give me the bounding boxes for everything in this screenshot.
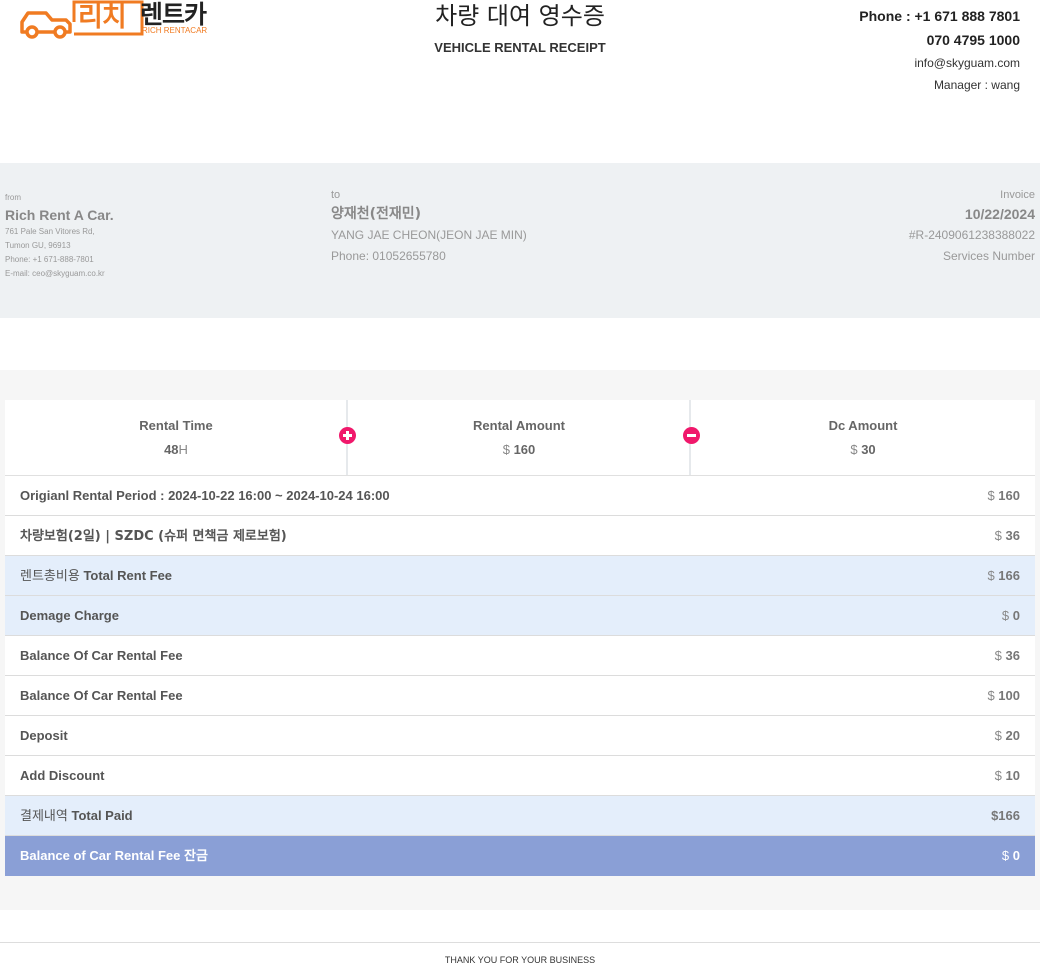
table-row: Balance Of Car Rental Fee $ 100 — [5, 676, 1035, 716]
table-row: 차량보험(2일) | SZDC (슈퍼 면책금 제로보험) $ 36 — [5, 516, 1035, 556]
table-row: Origianl Rental Period : 2024-10-22 16:0… — [5, 476, 1035, 516]
row-amount: $ 20 — [994, 728, 1020, 743]
contact-info: Phone : +1 671 888 7801 070 4795 1000 in… — [859, 4, 1020, 96]
invoice-block: Invoice 10/22/2024 #R-2409061238388022 S… — [909, 187, 1035, 267]
from-email: E-mail: ceo@skyguam.co.kr — [5, 269, 105, 278]
from-label: from — [5, 193, 21, 202]
table-row: Demage Charge $ 0 — [5, 596, 1035, 636]
row-label: Demage Charge — [20, 608, 119, 623]
table-row: Deposit $ 20 — [5, 716, 1035, 756]
invoice-date: 10/22/2024 — [964, 206, 1035, 222]
row-amount: $ 0 — [1001, 848, 1020, 863]
to-phone: Phone: 01052655780 — [331, 249, 446, 263]
row-label: Add Discount — [20, 768, 105, 783]
charges-table: Origianl Rental Period : 2024-10-22 16:0… — [5, 476, 1035, 876]
table-row: 렌트총비용 Total Rent Fee $ 166 — [5, 556, 1035, 596]
services-number-label: Services Number — [942, 249, 1035, 263]
from-block: from Rich Rent A Car. 761 Pale San Vitor… — [5, 191, 114, 281]
invoice-number: #R-2409061238388022 — [908, 228, 1035, 242]
row-amount: $ 160 — [987, 488, 1020, 503]
contact-phone: Phone : +1 671 888 7801 — [859, 8, 1020, 24]
stats-bar: Rental Time 48H Rental Amount $ 160 Dc A… — [5, 400, 1035, 476]
stat-rental-time: Rental Time 48H — [5, 400, 347, 475]
summary-section: Rental Time 48H Rental Amount $ 160 Dc A… — [0, 370, 1040, 910]
row-amount: $166 — [991, 808, 1020, 823]
from-name: Rich Rent A Car. — [5, 207, 114, 223]
to-label: to — [331, 189, 341, 201]
table-row: Balance Of Car Rental Fee $ 36 — [5, 636, 1035, 676]
stat-rental-amount-title: Rental Amount — [473, 418, 565, 433]
balance-row: Balance of Car Rental Fee 잔금 $ 0 — [5, 836, 1035, 876]
row-label: Balance Of Car Rental Fee — [20, 648, 183, 663]
row-amount: $ 100 — [987, 688, 1020, 703]
stat-dc-amount-value: $ 30 — [850, 442, 876, 457]
from-address-2: Tumon GU, 96913 — [5, 241, 71, 250]
to-name-en: YANG JAE CHEON(JEON JAE MIN) — [331, 228, 527, 242]
invoice-label: Invoice — [1000, 189, 1035, 201]
contact-manager: Manager : wang — [933, 78, 1020, 92]
row-label: Origianl Rental Period : 2024-10-22 16:0… — [20, 488, 390, 503]
row-amount: $ 36 — [994, 528, 1020, 543]
to-name-ko: 양재천(전재민) — [331, 206, 422, 222]
row-amount: $ 166 — [987, 568, 1020, 583]
contact-phone-2: 070 4795 1000 — [926, 32, 1020, 48]
row-label: 렌트총비용 Total Rent Fee — [20, 568, 173, 584]
stat-rental-amount: Rental Amount $ 160 — [348, 400, 690, 475]
stat-rental-time-value: 48H — [164, 442, 188, 457]
contact-email[interactable]: info@skyguam.com — [859, 52, 1020, 74]
stat-dc-amount-title: Dc Amount — [828, 418, 898, 433]
row-label: Deposit — [20, 728, 68, 743]
from-phone: Phone: +1 671-888-7801 — [5, 255, 94, 264]
row-label: Balance Of Car Rental Fee — [20, 688, 183, 703]
row-label: 결제내역 Total Paid — [20, 808, 133, 824]
stat-rental-amount-value: $ 160 — [502, 442, 536, 457]
footer-divider — [0, 942, 1040, 943]
stat-rental-time-title: Rental Time — [139, 418, 213, 433]
row-amount: $ 36 — [994, 648, 1020, 663]
footer-text: THANK YOU FOR YOUR BUSINESS — [444, 955, 596, 965]
row-amount: $ 10 — [994, 768, 1020, 783]
row-label: 차량보험(2일) | SZDC (슈퍼 면책금 제로보험) — [20, 529, 287, 544]
parties-section: from Rich Rent A Car. 761 Pale San Vitor… — [0, 163, 1040, 318]
table-row: Add Discount $ 10 — [5, 756, 1035, 796]
row-label: Balance of Car Rental Fee 잔금 — [20, 848, 208, 864]
table-row: 결제내역 Total Paid $166 — [5, 796, 1035, 836]
from-address-1: 761 Pale San Vitores Rd, — [5, 227, 95, 236]
row-amount: $ 0 — [1001, 608, 1020, 623]
to-block: to 양재천(전재민) YANG JAE CHEON(JEON JAE MIN)… — [331, 187, 527, 267]
stat-dc-amount: Dc Amount $ 30 — [691, 400, 1035, 475]
